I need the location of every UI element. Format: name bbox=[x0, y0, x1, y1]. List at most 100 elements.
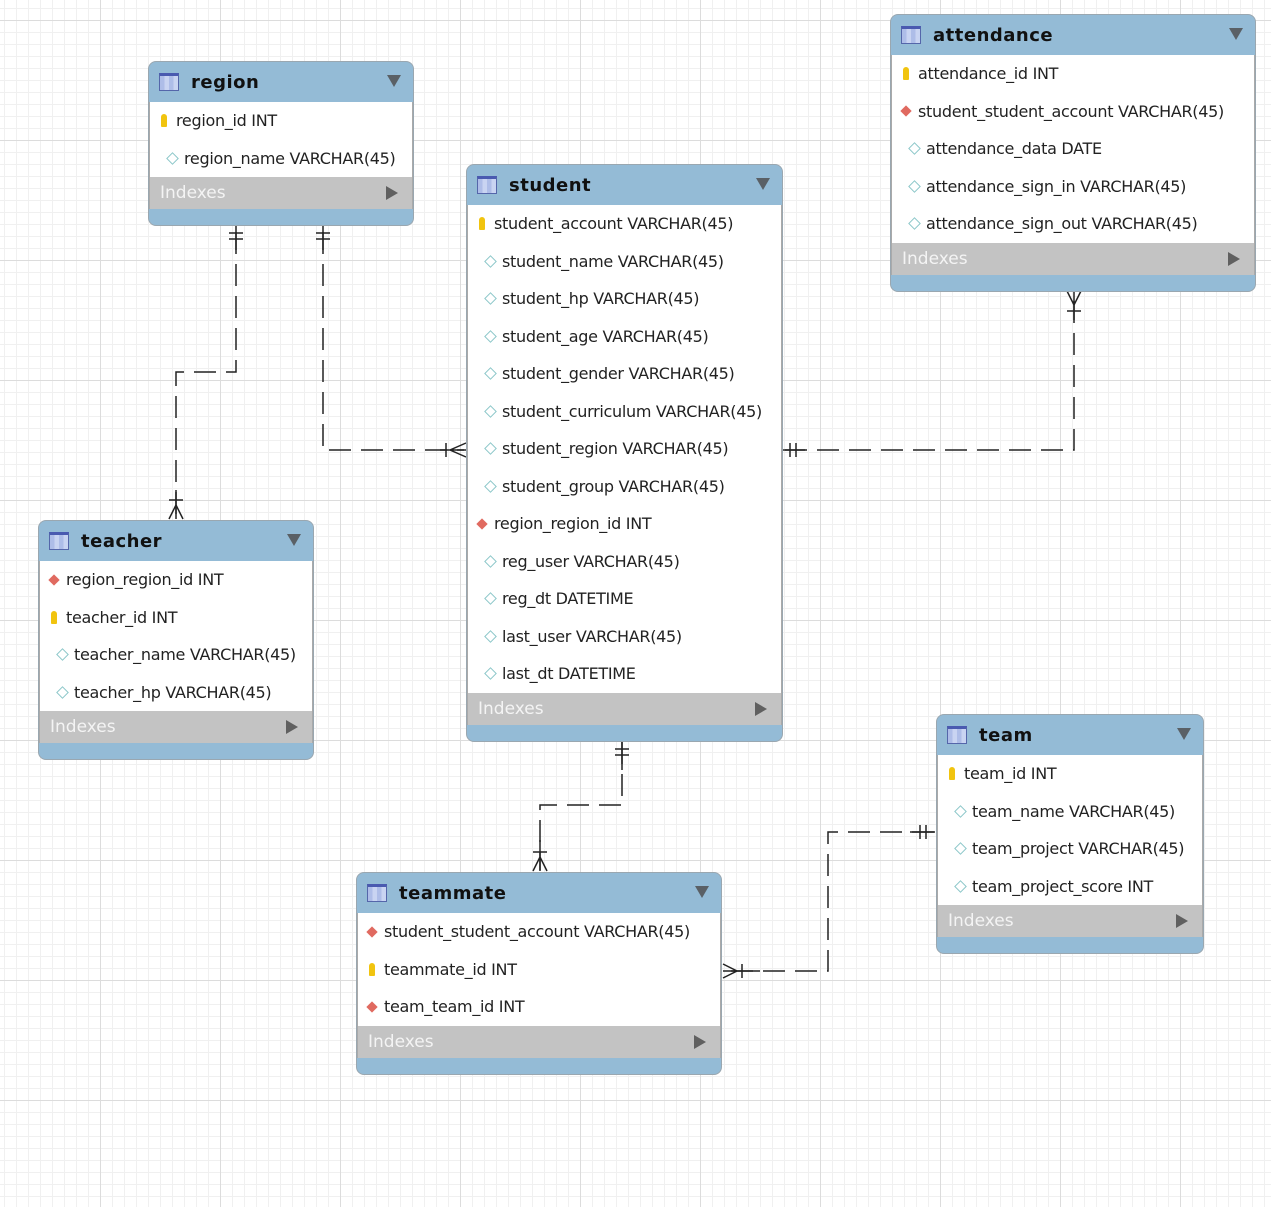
column-row[interactable]: attendance_data DATE bbox=[892, 130, 1254, 168]
collapse-caret-icon[interactable] bbox=[756, 178, 770, 190]
expand-arrow-icon[interactable] bbox=[286, 720, 298, 734]
column-icon bbox=[946, 805, 966, 817]
column-label: student_name VARCHAR(45) bbox=[502, 251, 724, 271]
indexes-section[interactable]: Indexes bbox=[937, 905, 1203, 937]
expand-arrow-icon[interactable] bbox=[755, 701, 767, 716]
primary-key-icon bbox=[366, 963, 378, 975]
table-student[interactable]: student student_account VARCHAR(45) stud… bbox=[466, 164, 783, 742]
column-list: team_id INT team_name VARCHAR(45) team_p… bbox=[937, 755, 1203, 905]
column-row[interactable]: student_curriculum VARCHAR(45) bbox=[468, 393, 781, 431]
indexes-label: Indexes bbox=[478, 698, 544, 719]
table-footer bbox=[149, 209, 413, 225]
table-header[interactable]: team bbox=[937, 715, 1203, 755]
column-list: student_student_account VARCHAR(45) team… bbox=[357, 913, 721, 1026]
table-team[interactable]: team team_id INT team_name VARCHAR(45) t… bbox=[936, 714, 1204, 954]
table-icon bbox=[477, 176, 497, 194]
table-footer bbox=[357, 1058, 721, 1074]
foreign-key-icon bbox=[366, 926, 378, 938]
column-label: attendance_id INT bbox=[918, 64, 1059, 84]
column-row[interactable]: student_student_account VARCHAR(45) bbox=[358, 913, 720, 951]
table-header[interactable]: teammate bbox=[357, 873, 721, 913]
column-icon bbox=[48, 649, 68, 661]
column-row[interactable]: last_user VARCHAR(45) bbox=[468, 618, 781, 656]
column-row[interactable]: teacher_hp VARCHAR(45) bbox=[40, 674, 312, 712]
table-header[interactable]: attendance bbox=[891, 15, 1255, 55]
table-header[interactable]: region bbox=[149, 62, 413, 102]
collapse-caret-icon[interactable] bbox=[695, 886, 709, 898]
column-row[interactable]: region_region_id INT bbox=[40, 561, 312, 599]
indexes-label: Indexes bbox=[948, 911, 1014, 931]
table-footer bbox=[39, 743, 313, 759]
column-row[interactable]: region_id INT bbox=[150, 102, 412, 140]
column-row[interactable]: student_hp VARCHAR(45) bbox=[468, 280, 781, 318]
column-icon bbox=[476, 593, 496, 605]
column-row[interactable]: teammate_id INT bbox=[358, 951, 720, 989]
table-region[interactable]: region region_id INT region_name VARCHAR… bbox=[148, 61, 414, 226]
foreign-key-icon bbox=[476, 518, 488, 530]
column-label: student_student_account VARCHAR(45) bbox=[384, 922, 690, 942]
column-label: reg_dt DATETIME bbox=[502, 589, 634, 609]
column-row[interactable]: region_region_id INT bbox=[468, 505, 781, 543]
column-row[interactable]: team_name VARCHAR(45) bbox=[938, 793, 1202, 831]
column-row[interactable]: student_name VARCHAR(45) bbox=[468, 243, 781, 281]
column-row[interactable]: student_group VARCHAR(45) bbox=[468, 468, 781, 506]
column-icon bbox=[946, 880, 966, 892]
expand-arrow-icon[interactable] bbox=[1228, 251, 1240, 266]
expand-arrow-icon[interactable] bbox=[694, 1034, 706, 1049]
table-teacher[interactable]: teacher region_region_id INT teacher_id … bbox=[38, 520, 314, 760]
column-row[interactable]: student_account VARCHAR(45) bbox=[468, 205, 781, 243]
column-row[interactable]: team_team_id INT bbox=[358, 988, 720, 1026]
indexes-section[interactable]: Indexes bbox=[149, 177, 413, 209]
indexes-section[interactable]: Indexes bbox=[891, 242, 1255, 275]
column-label: student_student_account VARCHAR(45) bbox=[918, 101, 1224, 121]
column-row[interactable]: reg_user VARCHAR(45) bbox=[468, 543, 781, 581]
column-row[interactable]: team_project VARCHAR(45) bbox=[938, 830, 1202, 868]
column-row[interactable]: attendance_sign_in VARCHAR(45) bbox=[892, 168, 1254, 206]
table-name: attendance bbox=[933, 24, 1054, 46]
column-icon bbox=[476, 630, 496, 642]
column-label: teammate_id INT bbox=[384, 959, 517, 979]
collapse-caret-icon[interactable] bbox=[1177, 728, 1191, 740]
indexes-section[interactable]: Indexes bbox=[467, 692, 782, 725]
foreign-key-icon bbox=[366, 1001, 378, 1013]
column-row[interactable]: student_gender VARCHAR(45) bbox=[468, 355, 781, 393]
column-row[interactable]: team_id INT bbox=[938, 755, 1202, 793]
column-label: team_project_score INT bbox=[972, 876, 1153, 896]
column-row[interactable]: attendance_sign_out VARCHAR(45) bbox=[892, 205, 1254, 243]
collapse-caret-icon[interactable] bbox=[1229, 28, 1243, 40]
column-row[interactable]: team_project_score INT bbox=[938, 868, 1202, 906]
column-label: student_group VARCHAR(45) bbox=[502, 476, 725, 496]
many-marker-icon bbox=[168, 490, 184, 520]
table-footer bbox=[467, 725, 782, 741]
column-label: region_region_id INT bbox=[494, 514, 652, 534]
table-attendance[interactable]: attendance attendance_id INT student_stu… bbox=[890, 14, 1256, 292]
column-icon bbox=[946, 843, 966, 855]
table-header[interactable]: teacher bbox=[39, 521, 313, 561]
column-row[interactable]: region_name VARCHAR(45) bbox=[150, 140, 412, 178]
column-row[interactable]: last_dt DATETIME bbox=[468, 655, 781, 693]
column-row[interactable]: student_region VARCHAR(45) bbox=[468, 430, 781, 468]
column-label: attendance_sign_in VARCHAR(45) bbox=[926, 176, 1187, 196]
one-marker-icon bbox=[783, 443, 805, 457]
column-row[interactable]: student_age VARCHAR(45) bbox=[468, 318, 781, 356]
column-row[interactable]: teacher_name VARCHAR(45) bbox=[40, 636, 312, 674]
column-label: region_name VARCHAR(45) bbox=[184, 148, 396, 168]
table-header[interactable]: student bbox=[467, 165, 782, 205]
column-row[interactable]: attendance_id INT bbox=[892, 55, 1254, 93]
column-row[interactable]: reg_dt DATETIME bbox=[468, 580, 781, 618]
foreign-key-icon bbox=[48, 574, 60, 586]
column-row[interactable]: student_student_account VARCHAR(45) bbox=[892, 93, 1254, 131]
indexes-section[interactable]: Indexes bbox=[357, 1025, 721, 1058]
indexes-section[interactable]: Indexes bbox=[39, 711, 313, 743]
column-row[interactable]: teacher_id INT bbox=[40, 599, 312, 637]
table-name: student bbox=[509, 174, 592, 196]
expand-arrow-icon[interactable] bbox=[1176, 914, 1188, 928]
column-label: student_curriculum VARCHAR(45) bbox=[502, 401, 762, 421]
table-teammate[interactable]: teammate student_student_account VARCHAR… bbox=[356, 872, 722, 1075]
collapse-caret-icon[interactable] bbox=[287, 534, 301, 546]
table-name: teacher bbox=[81, 530, 163, 552]
relationship-region-student bbox=[322, 232, 464, 451]
collapse-caret-icon[interactable] bbox=[387, 75, 401, 87]
expand-arrow-icon[interactable] bbox=[386, 186, 398, 200]
indexes-label: Indexes bbox=[368, 1031, 434, 1052]
